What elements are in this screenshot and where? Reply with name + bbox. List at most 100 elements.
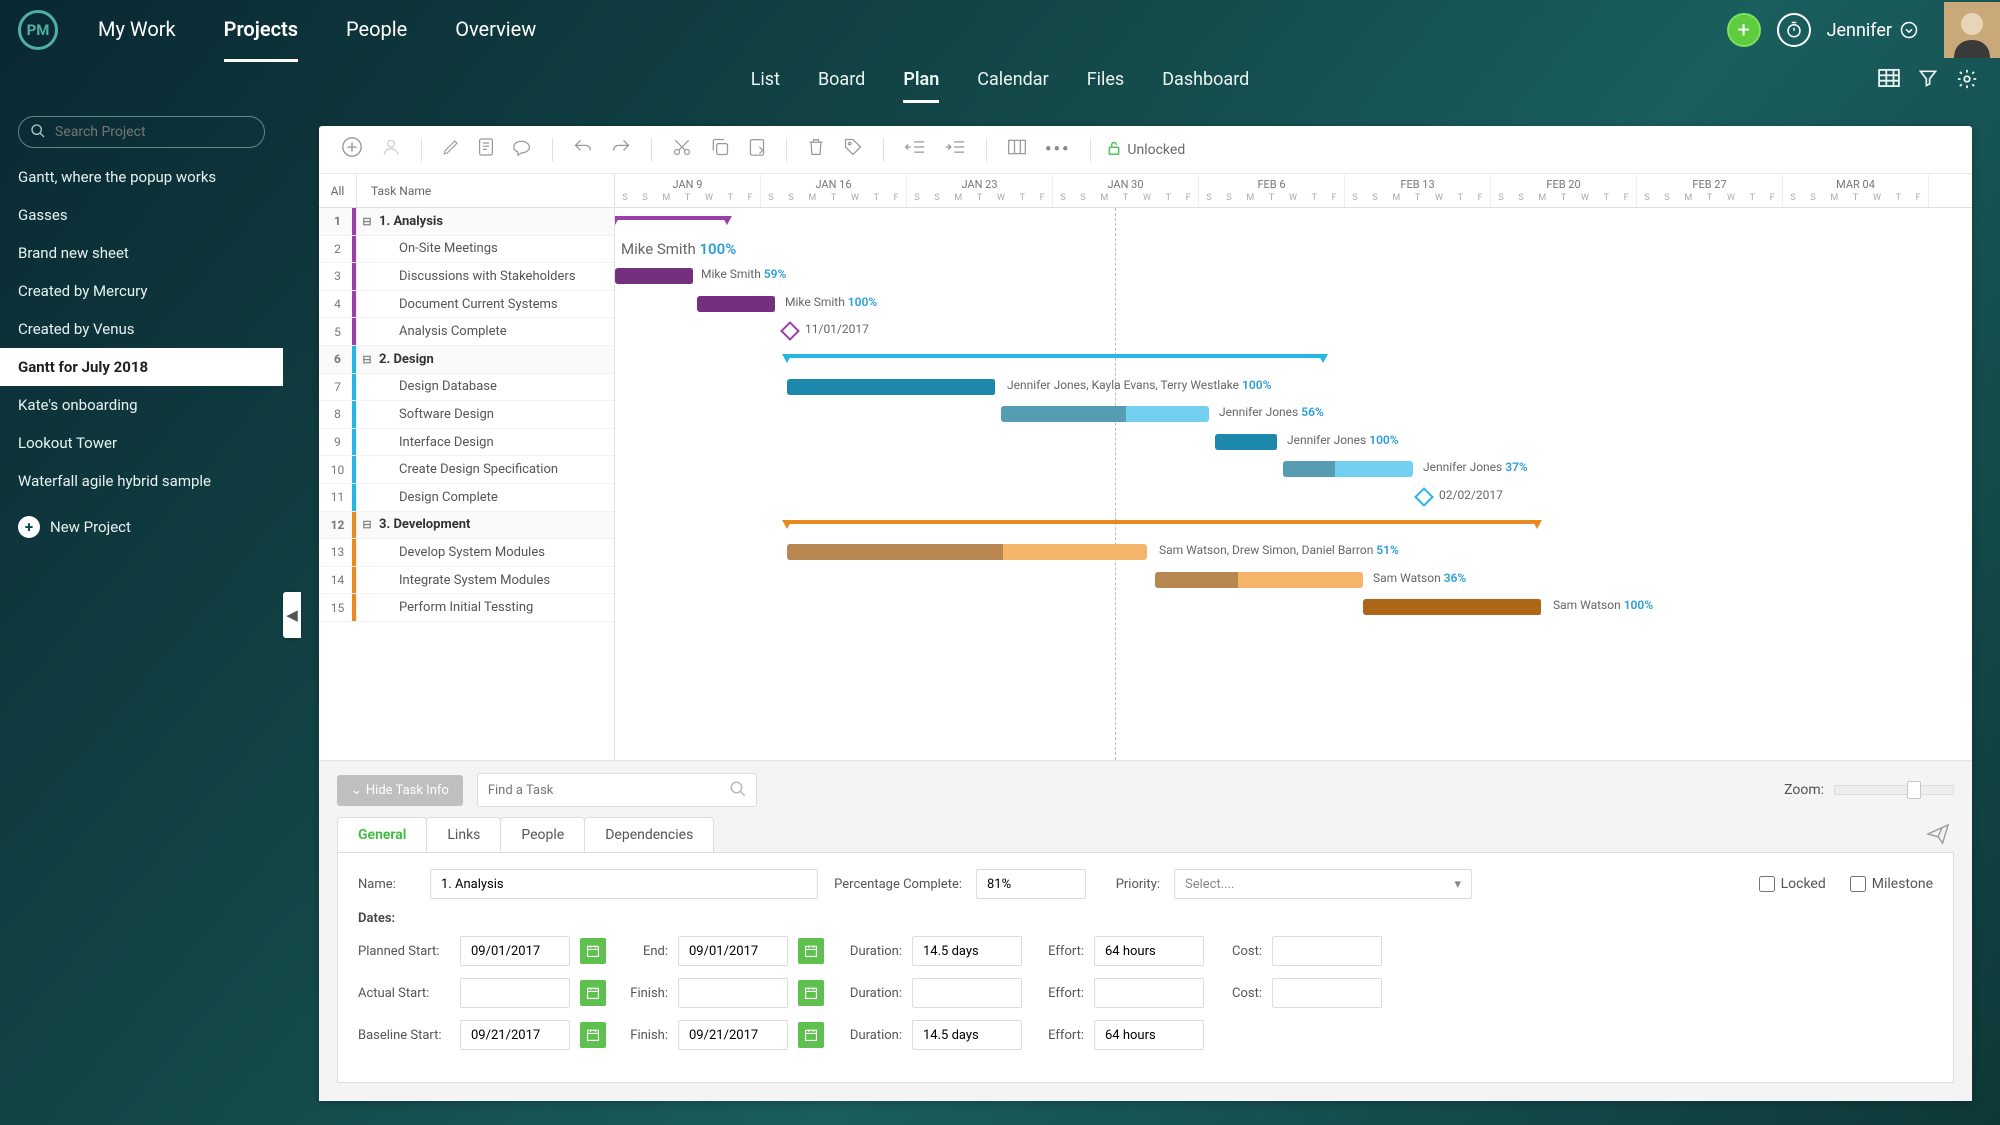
task-row[interactable]: 11Design Complete bbox=[319, 484, 614, 512]
paste-icon[interactable] bbox=[744, 133, 770, 166]
task-row[interactable]: 7Design Database bbox=[319, 374, 614, 402]
cost-input[interactable] bbox=[1272, 936, 1382, 966]
calendar-icon[interactable] bbox=[798, 938, 824, 964]
calendar-icon[interactable] bbox=[580, 938, 606, 964]
tab-links[interactable]: Links bbox=[426, 817, 501, 852]
collapse-sidebar-button[interactable]: ◀ bbox=[283, 592, 301, 638]
task-row[interactable]: 8Software Design bbox=[319, 401, 614, 429]
project-item[interactable]: Lookout Tower bbox=[0, 424, 283, 462]
gantt-bar[interactable] bbox=[787, 379, 995, 395]
calendar-icon[interactable] bbox=[580, 1022, 606, 1048]
task-row[interactable]: 13Develop System Modules bbox=[319, 539, 614, 567]
tab-dependencies[interactable]: Dependencies bbox=[584, 817, 714, 852]
duration-input[interactable] bbox=[912, 978, 1022, 1008]
task-row[interactable]: 3Discussions with Stakeholders bbox=[319, 263, 614, 291]
subnav-plan[interactable]: Plan bbox=[903, 59, 939, 103]
locked-checkbox[interactable]: Locked bbox=[1759, 876, 1826, 892]
filter-icon[interactable] bbox=[1918, 68, 1938, 95]
timer-button[interactable] bbox=[1777, 13, 1811, 47]
pct-complete-input[interactable] bbox=[976, 869, 1086, 899]
date-input[interactable] bbox=[460, 978, 570, 1008]
gantt-bar[interactable] bbox=[697, 296, 775, 312]
effort-input[interactable] bbox=[1094, 1020, 1204, 1050]
tag-icon[interactable] bbox=[839, 133, 867, 166]
nav-overview[interactable]: Overview bbox=[455, 0, 536, 62]
edit-icon[interactable] bbox=[438, 134, 464, 165]
subnav-files[interactable]: Files bbox=[1087, 59, 1125, 103]
task-row[interactable]: 1⊟1. Analysis bbox=[319, 208, 614, 236]
effort-input[interactable] bbox=[1094, 978, 1204, 1008]
project-item[interactable]: Brand new sheet bbox=[0, 234, 283, 272]
add-button[interactable]: + bbox=[1727, 13, 1761, 47]
gantt-timeline[interactable]: JAN 9SSMTWTFJAN 16SSMTWTFJAN 23SSMTWTFJA… bbox=[615, 174, 1972, 760]
nav-projects[interactable]: Projects bbox=[224, 0, 298, 62]
search-project-input[interactable] bbox=[18, 116, 265, 148]
find-task-input[interactable] bbox=[477, 773, 757, 807]
delete-icon[interactable] bbox=[803, 133, 829, 166]
lock-status[interactable]: Unlocked bbox=[1107, 140, 1185, 160]
duration-input[interactable] bbox=[912, 936, 1022, 966]
gantt-bar[interactable] bbox=[1283, 461, 1413, 477]
collapse-icon[interactable]: ⊟ bbox=[357, 353, 377, 366]
priority-select[interactable]: Select....▾ bbox=[1174, 869, 1472, 899]
calendar-icon[interactable] bbox=[580, 980, 606, 1006]
date-input[interactable] bbox=[460, 1020, 570, 1050]
project-item[interactable]: Gasses bbox=[0, 196, 283, 234]
hide-task-info-button[interactable]: ⌄Hide Task Info bbox=[337, 775, 463, 806]
project-item[interactable]: Gantt for July 2018 bbox=[0, 348, 283, 386]
avatar[interactable] bbox=[1944, 2, 2000, 58]
gantt-bar[interactable] bbox=[615, 268, 693, 284]
undo-icon[interactable] bbox=[569, 134, 597, 165]
task-row[interactable]: 10Create Design Specification bbox=[319, 456, 614, 484]
gantt-bar[interactable] bbox=[787, 544, 1147, 560]
task-row[interactable]: 12⊟3. Development bbox=[319, 512, 614, 540]
project-item[interactable]: Created by Mercury bbox=[0, 272, 283, 310]
outdent-icon[interactable] bbox=[900, 134, 930, 165]
new-project-button[interactable]: + New Project bbox=[0, 506, 283, 548]
select-all-button[interactable]: All bbox=[319, 174, 357, 207]
grid-view-icon[interactable] bbox=[1878, 68, 1900, 95]
calendar-icon[interactable] bbox=[798, 1022, 824, 1048]
date-input[interactable] bbox=[678, 978, 788, 1008]
project-item[interactable]: Kate's onboarding bbox=[0, 386, 283, 424]
tab-people[interactable]: People bbox=[500, 817, 585, 852]
send-icon[interactable] bbox=[1926, 823, 1950, 851]
tab-general[interactable]: General bbox=[337, 817, 427, 852]
collapse-icon[interactable]: ⊟ bbox=[357, 518, 377, 531]
note-icon[interactable] bbox=[474, 133, 498, 166]
nav-my-work[interactable]: My Work bbox=[98, 0, 176, 62]
more-icon[interactable]: ••• bbox=[1041, 135, 1074, 164]
zoom-slider[interactable] bbox=[1834, 785, 1954, 795]
indent-icon[interactable] bbox=[940, 134, 970, 165]
gantt-bar[interactable] bbox=[1001, 406, 1209, 422]
date-input[interactable] bbox=[460, 936, 570, 966]
project-item[interactable]: Waterfall agile hybrid sample bbox=[0, 462, 283, 500]
calendar-icon[interactable] bbox=[798, 980, 824, 1006]
duration-input[interactable] bbox=[912, 1020, 1022, 1050]
add-task-icon[interactable] bbox=[337, 132, 367, 167]
gantt-bar[interactable] bbox=[1363, 599, 1541, 615]
milestone-checkbox[interactable]: Milestone bbox=[1850, 876, 1933, 892]
settings-icon[interactable] bbox=[1956, 68, 1978, 95]
task-row[interactable]: 15Perform Initial Tessting bbox=[319, 594, 614, 622]
project-item[interactable]: Gantt, where the popup works bbox=[0, 158, 283, 196]
comment-icon[interactable] bbox=[508, 134, 536, 165]
nav-people[interactable]: People bbox=[346, 0, 407, 62]
task-row[interactable]: 4Document Current Systems bbox=[319, 291, 614, 319]
effort-input[interactable] bbox=[1094, 936, 1204, 966]
task-name-input[interactable] bbox=[430, 869, 818, 899]
milestone-diamond[interactable] bbox=[1414, 487, 1434, 507]
columns-icon[interactable] bbox=[1003, 134, 1031, 165]
assign-icon[interactable] bbox=[377, 133, 405, 166]
gantt-bar[interactable] bbox=[1215, 434, 1277, 450]
subnav-dashboard[interactable]: Dashboard bbox=[1162, 59, 1249, 103]
milestone-diamond[interactable] bbox=[780, 321, 800, 341]
task-row[interactable]: 2On-Site Meetings bbox=[319, 236, 614, 264]
gantt-summary-bar[interactable] bbox=[615, 216, 727, 225]
date-input[interactable] bbox=[678, 936, 788, 966]
user-menu[interactable]: Jennifer bbox=[1827, 20, 1918, 41]
subnav-board[interactable]: Board bbox=[818, 59, 865, 103]
task-row[interactable]: 9Interface Design bbox=[319, 429, 614, 457]
subnav-calendar[interactable]: Calendar bbox=[977, 59, 1048, 103]
gantt-bar[interactable] bbox=[1155, 572, 1363, 588]
